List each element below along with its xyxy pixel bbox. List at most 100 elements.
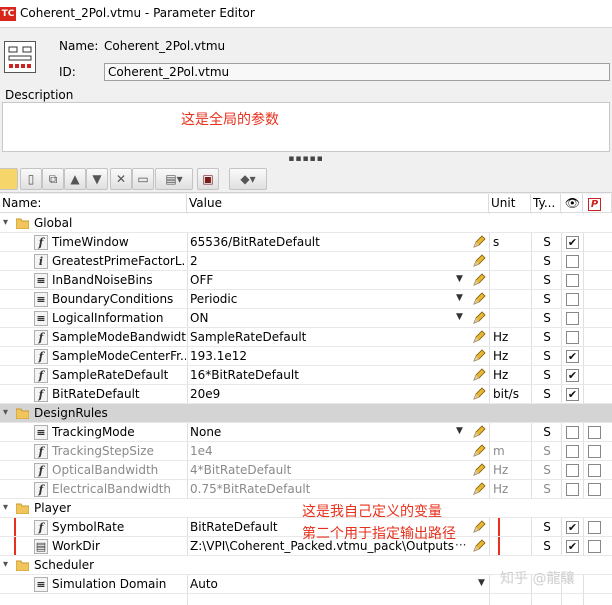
new-folder-button[interactable] [0,168,18,190]
pencil-icon[interactable] [472,520,486,534]
param-checkbox[interactable] [588,464,601,477]
column-header-param[interactable]: P [583,194,612,213]
group-global[interactable]: ▾ Global [0,214,612,233]
parameter-value[interactable]: None [188,423,488,442]
parameter-value[interactable]: 1e4 [188,442,488,461]
table-row[interactable]: f TimeWindow 65536/BitRateDefault s S ✔ [0,233,612,252]
visible-checkbox[interactable]: ✔ [566,236,579,249]
parameter-value[interactable]: OFF [188,271,488,290]
visible-checkbox[interactable] [566,255,579,268]
table-row[interactable]: f OpticalBandwidth 4*BitRateDefault Hz S [0,461,612,480]
visible-checkbox[interactable]: ✔ [566,369,579,382]
parameter-type: S [543,330,551,344]
delete-button[interactable]: ✕ [110,168,132,190]
parameter-value[interactable]: 16*BitRateDefault [188,366,488,385]
parameter-type: S [543,520,551,534]
script-dropdown-button[interactable]: ◆▾ [229,168,267,190]
parameter-value[interactable]: 20e9 [188,385,488,404]
collapse-icon[interactable]: ▾ [3,559,8,570]
pencil-icon[interactable] [472,482,486,496]
visible-checkbox[interactable] [566,331,579,344]
parameter-value[interactable]: Auto [188,575,488,594]
visible-checkbox[interactable] [566,483,579,496]
parameter-value[interactable]: 193.1e12 [188,347,488,366]
collapse-icon[interactable]: ▾ [3,502,8,513]
visible-checkbox[interactable]: ✔ [566,350,579,363]
table-row[interactable]: f SampleModeBandwidth SampleRateDefault Hz S [0,328,612,347]
table-row[interactable]: i GreatestPrimeFactorL... 2 S [0,252,612,271]
visible-checkbox[interactable] [566,426,579,439]
copy-button[interactable]: ⧉ [42,168,64,190]
visible-checkbox[interactable] [566,274,579,287]
save-button[interactable]: ▣ [197,168,219,190]
table-row[interactable]: f ElectricalBandwidth 0.75*BitRateDefault H… [0,480,612,499]
move-down-button[interactable]: ▼ [86,168,108,190]
param-checkbox[interactable] [588,540,601,553]
visible-checkbox[interactable] [566,312,579,325]
table-row[interactable]: ≡ LogicalInformation ON ▼ S [0,309,612,328]
parameter-value[interactable]: 2 [188,252,488,271]
chevron-down-icon[interactable]: ▼ [456,312,463,322]
column-header-unit[interactable]: Unit [489,194,531,213]
pencil-icon[interactable] [472,539,486,553]
visible-checkbox[interactable] [566,464,579,477]
table-row[interactable]: ≡ TrackingMode None ▼ S [0,423,612,442]
table-row[interactable]: ≡ InBandNoiseBins OFF ▼ S [0,271,612,290]
chevron-down-icon[interactable]: ▼ [456,426,463,436]
visible-checkbox[interactable]: ✔ [566,388,579,401]
pencil-icon[interactable] [472,349,486,363]
visible-checkbox[interactable] [566,293,579,306]
pencil-icon[interactable] [472,463,486,477]
column-header-type[interactable]: Ty... [531,194,561,213]
param-checkbox[interactable] [588,521,601,534]
chevron-down-icon[interactable]: ▼ [478,578,485,588]
visible-checkbox[interactable]: ✔ [566,540,579,553]
browse-button[interactable]: ··· [455,538,466,552]
new-parameter-button[interactable]: ▯ [20,168,42,190]
pencil-icon[interactable] [472,292,486,306]
parameter-value[interactable]: SampleRateDefault [188,328,488,347]
splitter-handle[interactable]: ▪▪▪▪▪ [0,153,612,165]
parameter-value[interactable]: ON [188,309,488,328]
visible-checkbox[interactable] [566,445,579,458]
parameter-value[interactable]: Periodic [188,290,488,309]
paste-button[interactable]: ▭ [132,168,154,190]
options-dropdown-button[interactable]: ▤▾ [155,168,193,190]
column-header-name[interactable]: Name: [0,194,187,213]
move-up-button[interactable]: ▲ [64,168,86,190]
pencil-icon[interactable] [472,254,486,268]
param-checkbox[interactable] [588,445,601,458]
param-checkbox[interactable] [588,483,601,496]
parameter-name: BoundaryConditions [52,292,174,306]
collapse-icon[interactable]: ▾ [3,407,8,418]
table-row[interactable]: f BitRateDefault 20e9 bit/s S ✔ [0,385,612,404]
param-checkbox[interactable] [588,426,601,439]
pencil-icon[interactable] [472,368,486,382]
chevron-down-icon[interactable]: ▼ [456,274,463,284]
pencil-icon[interactable] [472,235,486,249]
pencil-icon[interactable] [472,273,486,287]
parameter-value[interactable]: 0.75*BitRateDefault [188,480,488,499]
pencil-icon[interactable] [472,311,486,325]
parameter-type: S [543,311,551,325]
pencil-icon[interactable] [472,425,486,439]
column-header-value[interactable]: Value [187,194,489,213]
pencil-icon[interactable] [472,444,486,458]
visible-checkbox[interactable]: ✔ [566,521,579,534]
parameter-value[interactable]: 4*BitRateDefault [188,461,488,480]
collapse-icon[interactable]: ▾ [3,217,8,228]
table-row[interactable]: ≡ BoundaryConditions Periodic ▼ S [0,290,612,309]
parameter-name: GreatestPrimeFactorL... [52,254,186,268]
pencil-icon[interactable] [472,387,486,401]
description-field[interactable]: 这是全局的参数 [2,102,610,152]
parameter-unit: s [493,235,500,249]
chevron-down-icon[interactable]: ▼ [456,293,463,303]
column-header-visible[interactable]: 👁 [561,194,583,213]
parameter-value[interactable]: 65536/BitRateDefault [188,233,488,252]
table-row[interactable]: f SampleModeCenterFr... 193.1e12 Hz S ✔ [0,347,612,366]
table-row[interactable]: f SampleRateDefault 16*BitRateDefault Hz S ✔ [0,366,612,385]
id-field[interactable]: Coherent_2Pol.vtmu [104,63,610,81]
group-designrules[interactable]: ▾ DesignRules [0,404,612,423]
table-row[interactable]: f TrackingStepSize 1e4 m S [0,442,612,461]
pencil-icon[interactable] [472,330,486,344]
